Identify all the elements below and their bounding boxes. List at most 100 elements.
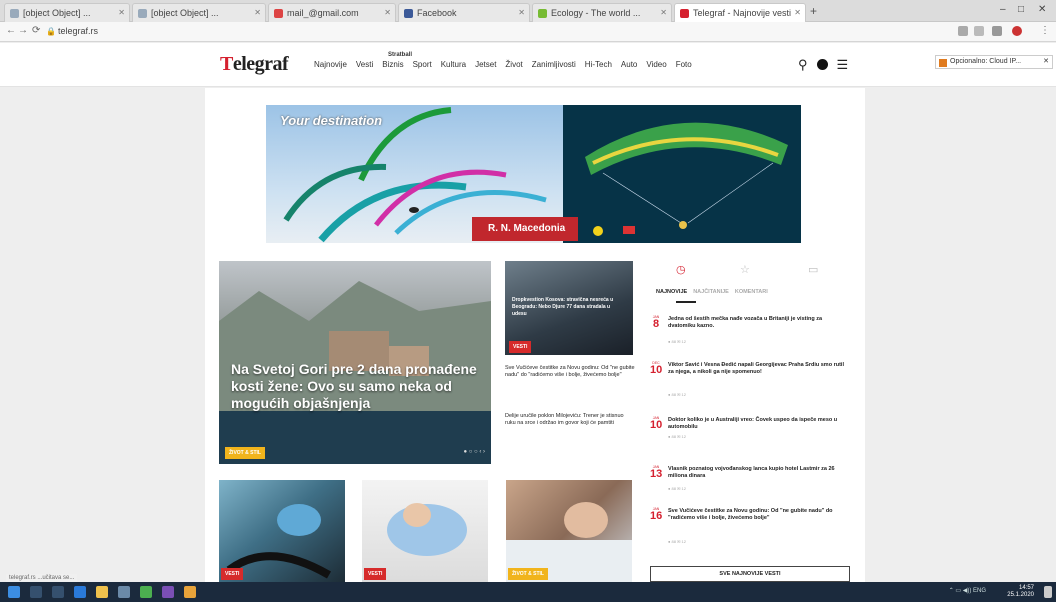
list-item-title[interactable]: Vlasnik poznatog vojvođanskog lanca kupi…	[668, 466, 848, 480]
nav-item[interactable]: Foto	[676, 60, 692, 69]
article-headline[interactable]: Delije uručile poklon Milojeviću: Trener…	[505, 413, 635, 427]
hamburger-menu-icon[interactable]: ☰	[837, 57, 849, 73]
list-item-title[interactable]: Jedna od šestih mečka nađe vozača u Brit…	[668, 316, 848, 330]
browser-tab[interactable]: Ecology - The world ... ✕	[532, 3, 672, 22]
category-badge[interactable]: VESTI	[364, 568, 387, 580]
notification-icon[interactable]	[1044, 586, 1052, 598]
reload-icon[interactable]: ⟳	[32, 25, 40, 36]
nav-item[interactable]: Auto	[621, 60, 637, 69]
category-badge[interactable]: VESTI	[221, 568, 244, 580]
task-view-icon[interactable]	[52, 586, 64, 598]
nav-item[interactable]: Biznis	[382, 60, 403, 69]
browser-tab-active[interactable]: Telegraf - Najnovije vesti ✕	[674, 3, 806, 22]
nav-item[interactable]: Hi-Tech	[585, 60, 612, 69]
list-item-title[interactable]: Viktor Savić i Vesna Đedić napali Georgi…	[668, 362, 848, 376]
edge-icon[interactable]	[74, 586, 86, 598]
tab-favicon-icon	[538, 9, 547, 18]
list-item[interactable]: JAN 10 Doktor koliko je u Australiji vreo…	[650, 416, 850, 456]
nav-item[interactable]: Sport	[413, 60, 432, 69]
url-field[interactable]: telegraf.rs	[58, 26, 98, 36]
carousel-controls[interactable]: ● ○ ○ ‹ ›	[463, 449, 485, 455]
close-icon[interactable]: ✕	[254, 8, 261, 17]
tab-favicon-icon	[10, 9, 19, 18]
nav-item[interactable]: Zanimljivosti	[532, 60, 576, 69]
profile-icon[interactable]	[1012, 26, 1022, 36]
menu-icon[interactable]: ⋮	[1040, 25, 1050, 36]
list-item-title[interactable]: Sve Vučićeve čestitke za Novu godinu: Od…	[668, 508, 848, 522]
category-badge[interactable]: ŽIVOT & STIL	[508, 568, 548, 580]
article-thumbnail[interactable]: VESTI	[362, 480, 488, 582]
article-headline[interactable]: Sve Vučićeve čestitke za Novu godinu: Od…	[505, 365, 635, 379]
nav-item[interactable]: Najnovije	[314, 60, 347, 69]
tab-najcitanije[interactable]: NAJČITANIJE	[693, 289, 729, 295]
close-icon[interactable]: ✕	[1043, 57, 1049, 65]
close-icon[interactable]: ✕	[518, 8, 525, 17]
list-item[interactable]: JAN 16 Sve Vučićeve čestitke za Novu godi…	[650, 507, 850, 547]
search-icon[interactable]: ⚲	[798, 57, 808, 73]
system-tray-icons[interactable]: ⌃ ▭ ◀)) ENG	[949, 587, 986, 594]
date-block: JAN 8	[652, 315, 660, 330]
list-item[interactable]: JAN 8 Jedna od šestih mečka nađe vozača u…	[650, 315, 850, 355]
all-news-button[interactable]: SVE NAJNOVIJE VESTI	[650, 566, 850, 582]
banner-ad[interactable]: Your destination R. N. Macedonia	[266, 105, 801, 243]
nav-item[interactable]: Kultura	[441, 60, 466, 69]
extension-icon[interactable]	[958, 26, 968, 36]
store-icon[interactable]	[118, 586, 130, 598]
clock-icon[interactable]: ◷	[676, 263, 686, 276]
tab-komentari[interactable]: KOMENTARI	[735, 289, 768, 295]
back-icon[interactable]: ←	[6, 25, 16, 36]
featured-title[interactable]: Na Svetoj Gori pre 2 dana pronađene kost…	[231, 361, 486, 412]
browser-status-text: telegraf.rs ...učitava se...	[6, 574, 78, 582]
close-icon[interactable]: ✕	[794, 8, 801, 17]
article-thumbnail[interactable]: VESTI	[219, 480, 345, 582]
list-item[interactable]: DEC 10 Viktor Savić i Vesna Đedić napali …	[650, 361, 850, 401]
clock[interactable]: 14:57 25.1.2020	[1007, 585, 1034, 599]
windows-start-icon[interactable]	[8, 586, 20, 598]
extension-icon[interactable]	[992, 26, 1002, 36]
banner-brand-label: R. N. Macedonia	[472, 217, 578, 241]
list-item-title[interactable]: Doktor koliko je u Australiji vreo: Čove…	[668, 417, 848, 431]
banner-title: Your destination	[280, 113, 383, 128]
right-ad-box[interactable]: Opcionalno: Cloud IP... ✕	[935, 55, 1053, 69]
extension-icon[interactable]	[974, 26, 984, 36]
app-icon[interactable]	[184, 586, 196, 598]
close-icon[interactable]: ✕	[118, 8, 125, 17]
new-tab-button[interactable]: +	[810, 4, 817, 18]
list-item[interactable]: JAN 13 Vlasnik poznatog vojvođanskog lanc…	[650, 465, 850, 505]
close-icon[interactable]: ✕	[660, 8, 667, 17]
featured-article[interactable]: Na Svetoj Gori pre 2 dana pronađene kost…	[219, 261, 491, 464]
article-thumbnail[interactable]: Dropkvestion Kosova: stravična nesreća u…	[505, 261, 633, 355]
category-badge[interactable]: VESTI	[509, 341, 532, 353]
nav-item[interactable]: Jetset	[475, 60, 496, 69]
sleeping-person-photo	[506, 502, 632, 582]
browser-tab[interactable]: [object Object] ... ✕	[4, 3, 130, 22]
browser-tab[interactable]: Facebook ✕	[398, 3, 530, 22]
list-item-meta: ● 88 ✉ 12	[668, 434, 686, 439]
thumbnail-caption: Dropkvestion Kosova: stravična nesreća u…	[512, 297, 614, 317]
banner-right-image	[563, 105, 801, 243]
category-badge[interactable]: ŽIVOT & STIL	[225, 447, 265, 459]
browser-tab[interactable]: mail_@gmail.com ✕	[268, 3, 396, 22]
chrome-icon[interactable]	[140, 586, 152, 598]
app-icon[interactable]	[162, 586, 174, 598]
file-explorer-icon[interactable]	[96, 586, 108, 598]
site-logo[interactable]: Telegraf	[220, 53, 289, 76]
date-block: JAN 13	[650, 465, 663, 480]
address-bar: ← → ⟳ 🔒 telegraf.rs ⋮	[0, 22, 1056, 42]
article-thumbnail[interactable]: ŽIVOT & STIL	[506, 480, 632, 582]
search-icon[interactable]	[30, 586, 42, 598]
nav-item[interactable]: Video	[646, 60, 666, 69]
nav-item[interactable]: Vesti	[356, 60, 373, 69]
ad-icon	[939, 59, 947, 67]
browser-tab[interactable]: [object Object] ... ✕	[132, 3, 266, 22]
close-window-icon[interactable]: ✕	[1038, 4, 1046, 15]
close-icon[interactable]: ✕	[384, 8, 391, 17]
comment-icon[interactable]: ▭	[808, 263, 818, 276]
star-icon[interactable]: ☆	[740, 263, 750, 276]
minimize-icon[interactable]: –	[1000, 4, 1006, 15]
profile-dot-icon[interactable]	[816, 59, 828, 70]
forward-icon[interactable]: →	[18, 25, 28, 36]
tab-najnovije[interactable]: NAJNOVIJE	[656, 289, 687, 295]
maximize-icon[interactable]: □	[1018, 4, 1024, 15]
nav-item[interactable]: Život	[505, 60, 522, 69]
